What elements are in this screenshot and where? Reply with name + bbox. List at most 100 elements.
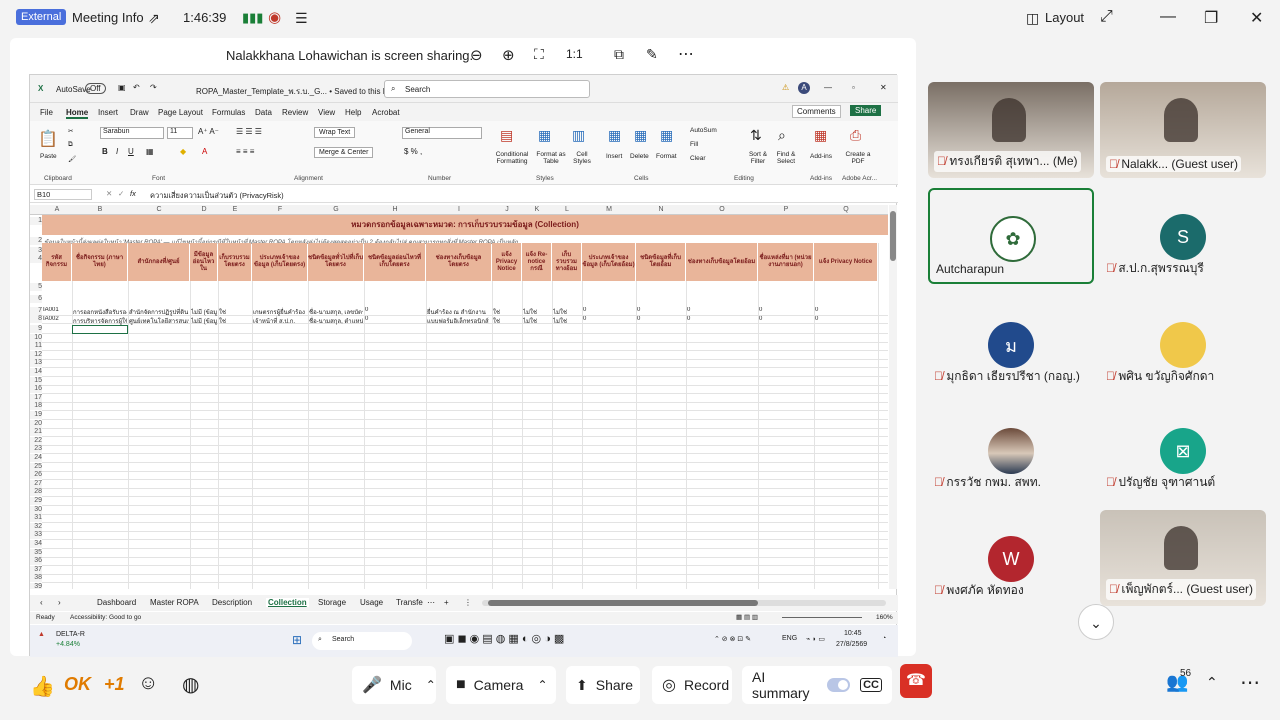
confirm-formula-icon[interactable]: ✓ <box>118 189 124 198</box>
record-button[interactable]: ◎ Record <box>652 666 732 704</box>
column-header[interactable]: H <box>364 206 426 213</box>
copy-icon[interactable]: ⧉ <box>68 141 73 149</box>
table-cell[interactable]: ไม่ใช่ <box>523 316 551 326</box>
table-header-cell[interactable]: เก็บรวบรวมโดยตรง <box>218 243 251 281</box>
row-number[interactable]: 37 <box>30 565 42 574</box>
tab-storage[interactable]: Storage <box>318 598 346 607</box>
actual-size-icon[interactable]: 1:1 <box>566 47 583 61</box>
view-normal-icon[interactable]: ▦ ▤ ▥ <box>736 613 758 621</box>
font-name-select[interactable]: Sarabun <box>100 127 164 139</box>
meeting-tools-icon[interactable]: ☰ <box>295 10 308 27</box>
account-avatar[interactable]: A <box>798 82 810 94</box>
annotate-icon[interactable]: ✎ <box>646 46 658 63</box>
row-number[interactable]: 9 <box>30 325 42 333</box>
fit-screen-icon[interactable]: ⛶ <box>534 46 544 63</box>
row-number[interactable]: 23 <box>30 445 42 454</box>
row-number[interactable]: 26 <box>30 471 42 480</box>
row-number[interactable]: 29 <box>30 497 42 505</box>
row-number[interactable]: 24 <box>30 454 42 462</box>
row-number[interactable]: 22 <box>30 436 42 445</box>
participant-tile[interactable]: W 🎙̸ พงศภัค หัดทอง <box>928 510 1094 606</box>
menu-help[interactable]: Help <box>345 108 361 117</box>
leave-meeting-button[interactable]: ☎ <box>900 664 932 698</box>
clear-button[interactable]: Clear <box>690 155 706 162</box>
find-select-button[interactable]: Find & Select <box>772 151 800 165</box>
italic-button[interactable]: I <box>116 147 118 156</box>
row-number[interactable]: 30 <box>30 505 42 514</box>
function-icon[interactable]: fx <box>130 189 136 198</box>
camera-options-icon[interactable]: ⌃ <box>537 678 547 692</box>
row-number[interactable]: 10 <box>30 333 42 342</box>
row-number[interactable]: 3 <box>30 247 42 255</box>
table-header-cell[interactable]: ประเภทเจ้าของข้อมูล (เก็บโดยอ้อม) <box>582 243 635 281</box>
add-sheet-icon[interactable]: + <box>444 598 449 607</box>
taskbar-search[interactable]: ⌕ Search <box>312 632 412 650</box>
column-header[interactable]: K <box>522 206 552 213</box>
popout-icon[interactable]: ⧉ <box>614 46 624 63</box>
participant-tile[interactable]: ✿ Autcharapun <box>928 188 1094 284</box>
menu-view[interactable]: View <box>318 108 335 117</box>
format-as-table-icon[interactable]: ▦ <box>538 127 551 144</box>
recording-icon[interactable]: ◉ <box>268 8 281 26</box>
column-header[interactable]: G <box>308 206 364 213</box>
table-header-cell[interactable]: ชื่อแหล่งที่มา (หน่วยงานภายนอก) <box>758 243 813 281</box>
currency-percent-icon[interactable]: $ % , <box>404 147 422 156</box>
menu-formulas[interactable]: Formulas <box>212 108 245 117</box>
column-header[interactable]: Q <box>814 206 878 213</box>
table-cell[interactable]: 0 <box>637 307 685 313</box>
table-cell[interactable]: ชื่อ-นามสกุล, ตำแหน่ง, สังกัด <box>309 316 363 326</box>
column-header[interactable]: D <box>190 206 218 213</box>
prev-sheet-icon[interactable]: ‹ <box>40 598 43 607</box>
ai-summary-control[interactable]: AI summary CC <box>742 666 892 704</box>
tab-collection[interactable]: Collection <box>266 598 309 607</box>
participant-tile[interactable]: 🎙̸ เพ็ญพักตร์... (Guest user) <box>1100 510 1266 606</box>
table-cell[interactable]: ใช่ <box>219 316 251 326</box>
camera-button[interactable]: ■ Camera ⌃ <box>446 666 556 704</box>
row-number[interactable]: 34 <box>30 540 42 548</box>
chat-icon[interactable]: ◍ <box>182 672 199 697</box>
mic-button[interactable]: 🎤 Mic ⌃ <box>352 666 436 704</box>
excel-search-box[interactable]: ⌕ Search <box>384 80 590 98</box>
row-number[interactable]: 2 <box>30 237 42 245</box>
more-actions-icon[interactable]: ⋯ <box>1240 670 1260 695</box>
row-number[interactable]: 16 <box>30 385 42 394</box>
reaction-ok[interactable]: OK <box>64 674 91 695</box>
column-header[interactable]: O <box>686 206 758 213</box>
excel-minimize-icon[interactable]: — <box>824 83 832 92</box>
taskbar-date[interactable]: 27/8/2569 <box>836 641 867 648</box>
row-number[interactable]: 11 <box>30 342 42 351</box>
excel-restore-icon[interactable]: ▫ <box>852 83 855 92</box>
format-cells-icon[interactable]: ▦ <box>660 127 673 144</box>
share-link-icon[interactable]: ⇗ <box>148 10 160 27</box>
underline-button[interactable]: U <box>128 147 134 156</box>
column-header[interactable]: E <box>218 206 252 213</box>
network-volume-icon[interactable]: ⌁ ◗ ▭ <box>806 635 825 643</box>
row-number[interactable]: 36 <box>30 557 42 566</box>
table-header-cell[interactable]: ชนิดข้อมูลอ่อนไหวที่เก็บโดยตรง <box>364 243 425 281</box>
layout-button[interactable]: Layout <box>1045 10 1084 25</box>
number-format-select[interactable]: General <box>402 127 482 139</box>
table-header-cell[interactable]: ชนิดข้อมูลทั่วไปที่เก็บโดยตรง <box>308 243 363 281</box>
conditional-formatting-button[interactable]: Conditional Formatting <box>492 151 532 165</box>
column-header[interactable]: L <box>552 206 582 213</box>
cell-styles-button[interactable]: Cell Styles <box>568 151 596 165</box>
menu-acrobat[interactable]: Acrobat <box>372 108 400 117</box>
table-header-cell[interactable]: มีข้อมูลอ่อนไหวใน <box>190 243 217 281</box>
row-number[interactable]: 7 <box>30 307 42 315</box>
meeting-info-button[interactable]: Meeting Info <box>72 10 144 25</box>
layout-icon[interactable]: ◫ <box>1026 10 1039 27</box>
minimize-icon[interactable]: — <box>1160 8 1176 26</box>
participant-tile[interactable]: ⊠ 🎙̸ ปรัญชัย จุฑาศานต์ <box>1100 402 1266 498</box>
conditional-formatting-icon[interactable]: ▤ <box>500 127 513 144</box>
tab-master-ropa[interactable]: Master ROPA <box>150 598 199 607</box>
row-number[interactable]: 18 <box>30 402 42 411</box>
table-cell[interactable]: 0 <box>759 307 813 313</box>
font-size-select[interactable]: 11 <box>167 127 193 139</box>
table-cell[interactable]: 0 <box>687 307 757 313</box>
insert-cells-icon[interactable]: ▦ <box>608 127 621 144</box>
fill-button[interactable]: Fill <box>690 141 698 148</box>
format-cells-button[interactable]: Format <box>656 153 677 160</box>
table-cell[interactable]: 0 <box>759 316 813 322</box>
comments-button[interactable]: Comments <box>792 105 841 118</box>
increase-font-icon[interactable]: A⁺ A⁻ <box>198 127 219 136</box>
